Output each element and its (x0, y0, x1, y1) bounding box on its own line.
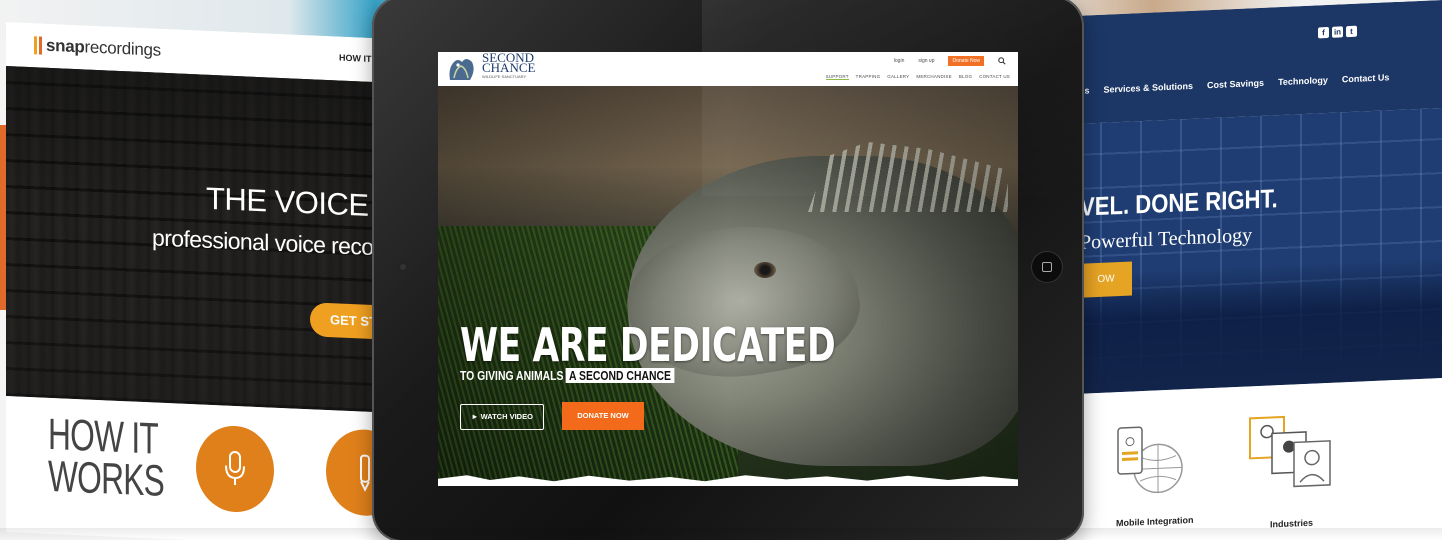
hero-tagline-part2: A SECOND CHANCE (565, 368, 675, 383)
linkedin-icon[interactable]: in (1332, 26, 1343, 38)
hero-tagline: TO GIVING ANIMALS A SECOND CHANCE (460, 368, 675, 383)
donate-now-button[interactable]: DONATE NOW (562, 402, 644, 430)
nav-item-technology[interactable]: Technology (1278, 75, 1328, 87)
donate-now-header-button[interactable]: Donate Now (948, 56, 984, 66)
hero-title: WE ARE DEDICATED (460, 318, 836, 372)
nav-gallery[interactable]: GALLERY (887, 74, 909, 80)
nav-item-contact-us[interactable]: Contact Us (1342, 72, 1390, 84)
hero-tagline-part1: TO GIVING ANIMALS (460, 368, 564, 383)
twitter-icon[interactable]: t (1346, 25, 1357, 38)
social-links: f in t (1318, 25, 1357, 39)
facebook-icon[interactable]: f (1318, 26, 1329, 39)
second-chance-logo-text[interactable]: SECOND CHANCE WILDLIFE SANCTUARY (482, 52, 536, 81)
how-it-works-title: HOW IT WORKS (48, 410, 165, 506)
logo-bars-icon (34, 36, 42, 55)
snaprecordings-logo[interactable]: snap recordings (34, 35, 161, 61)
nav-blog[interactable]: BLOG (959, 74, 972, 80)
top-links: login sign up Donate Now (894, 56, 1006, 66)
tablet-screen: SECOND CHANCE WILDLIFE SANCTUARY login s… (438, 52, 1018, 486)
nav-item-services[interactable]: Services & Solutions (1104, 81, 1194, 95)
how-it-works-line2: WORKS (48, 451, 165, 506)
second-chance-logo-icon[interactable] (446, 54, 476, 84)
microphone-icon (225, 450, 245, 486)
industries-icon (1249, 415, 1331, 488)
login-link[interactable]: login (894, 58, 905, 64)
nav-item-cost-savings[interactable]: Cost Savings (1207, 78, 1264, 90)
feature-mobile-integration: Mobile Integration (1116, 514, 1194, 529)
second-chance-header: SECOND CHANCE WILDLIFE SANCTUARY login s… (438, 52, 1018, 86)
floor-shadow (0, 528, 1442, 540)
learn-more-button[interactable]: OW (1080, 261, 1132, 298)
showcase-stage: snaprecordings HOW IT W THE VOICE OF YO … (0, 0, 1442, 540)
iguana-hero: WE ARE DEDICATED TO GIVING ANIMALS A SEC… (438, 86, 1018, 486)
logo-line-chance: CHANCE (482, 60, 536, 75)
mobile-integration-icon (1117, 426, 1183, 494)
nav-merchandise[interactable]: MERCHANDISE (916, 74, 951, 80)
logo-brand-recordings: recordings (84, 37, 161, 60)
home-button[interactable] (1032, 252, 1062, 282)
corporate-header: f in t Us Services & Solutions Cost Savi… (1060, 0, 1442, 125)
nav-contact-us[interactable]: CONTACT US (979, 74, 1010, 80)
corporate-hero: VEL. DONE RIGHT. Powerful Technology OW (1060, 108, 1442, 395)
search-icon[interactable] (998, 57, 1006, 65)
nav-support[interactable]: SUPPORT (825, 74, 849, 80)
front-camera (400, 264, 406, 270)
tablet-device: SECOND CHANCE WILDLIFE SANCTUARY login s… (372, 0, 1084, 540)
microphone-step[interactable] (196, 424, 274, 514)
logo-brand-snap: snap (46, 35, 85, 57)
sign-up-link[interactable]: sign up (918, 58, 934, 64)
watch-video-button[interactable]: ► WATCH VIDEO (460, 404, 544, 430)
nav-trapping[interactable]: TRAPPING (856, 74, 881, 80)
features-section: Mobile Integration Industries (1060, 378, 1442, 540)
main-nav: SUPPORT TRAPPING GALLERY MERCHANDISE BLO… (825, 74, 1010, 80)
corporate-site-preview: f in t Us Services & Solutions Cost Savi… (1060, 0, 1442, 540)
corporate-nav: Us Services & Solutions Cost Savings Tec… (1078, 72, 1389, 96)
